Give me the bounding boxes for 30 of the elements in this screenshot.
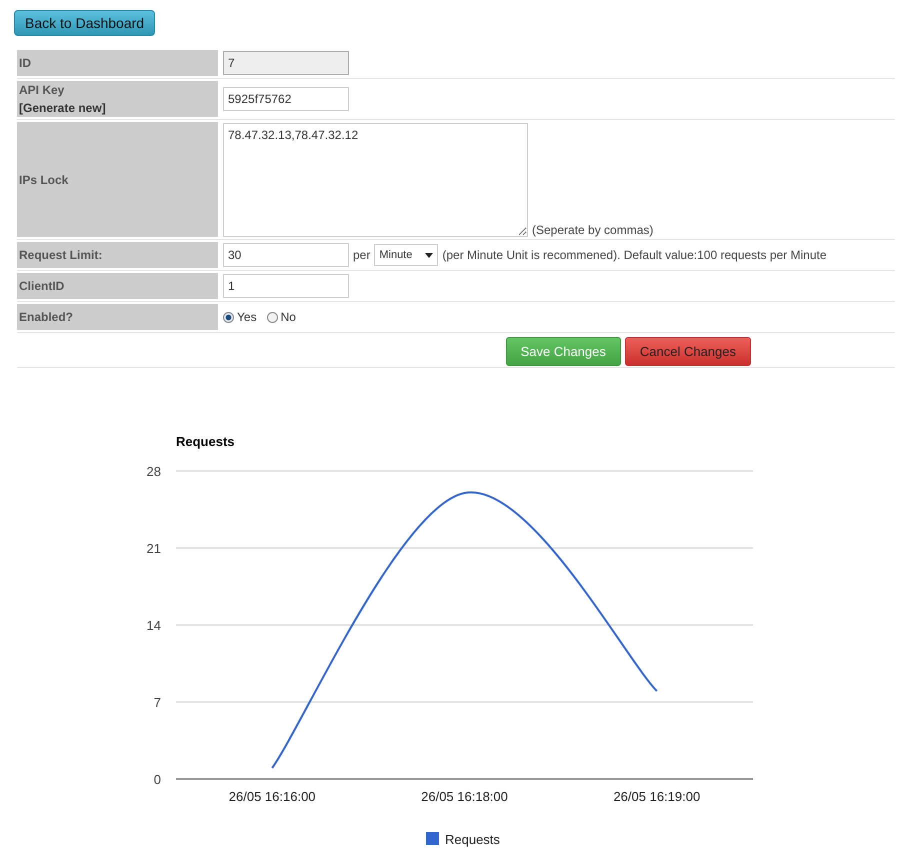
radio-option[interactable]: No <box>266 310 296 324</box>
hint-text: (Seperate by commas) <box>532 223 654 237</box>
y-tick-label: 14 <box>146 618 161 633</box>
chart-title: Requests <box>176 434 235 449</box>
cancel-button[interactable]: Cancel Changes <box>624 337 751 366</box>
ips-textarea[interactable]: 78.47.32.13,78.47.32.12 <box>223 123 528 237</box>
radio-option[interactable]: Yes <box>223 310 257 324</box>
y-tick-label: 21 <box>146 541 161 556</box>
y-tick-label: 28 <box>146 464 161 479</box>
x-tick-label: 26/05 16:16:00 <box>228 789 316 804</box>
text-field[interactable]: 5925f75762 <box>223 87 349 111</box>
limit-field[interactable]: 30 <box>223 243 349 267</box>
field-label-text: ClientID <box>19 278 66 295</box>
legend-label: Requests <box>445 832 500 847</box>
per-text: per <box>353 248 370 262</box>
unit-select[interactable]: Minute <box>374 244 438 266</box>
field-label-text: Enabled? <box>19 309 74 326</box>
field-label-text: API Key <box>19 82 66 99</box>
y-tick-label: 7 <box>154 695 161 710</box>
generate-new-link[interactable]: [Generate new] <box>19 99 216 117</box>
x-tick-label: 26/05 16:18:00 <box>421 789 508 804</box>
y-tick-label: 0 <box>154 772 161 787</box>
hint-text: (per Minute Unit is recommened). Default value:100 requests per Minute <box>442 248 827 262</box>
x-tick-label: 26/05 16:19:00 <box>613 789 700 804</box>
field-label-text: IPs Lock <box>19 172 70 188</box>
back-to-dashboard-button[interactable]: Back to Dashboard <box>14 10 156 36</box>
field-label-text: Request Limit: <box>19 247 104 264</box>
caret-icon <box>425 252 434 258</box>
field-label-text: ID <box>19 55 32 72</box>
text-field[interactable]: 1 <box>223 274 349 298</box>
